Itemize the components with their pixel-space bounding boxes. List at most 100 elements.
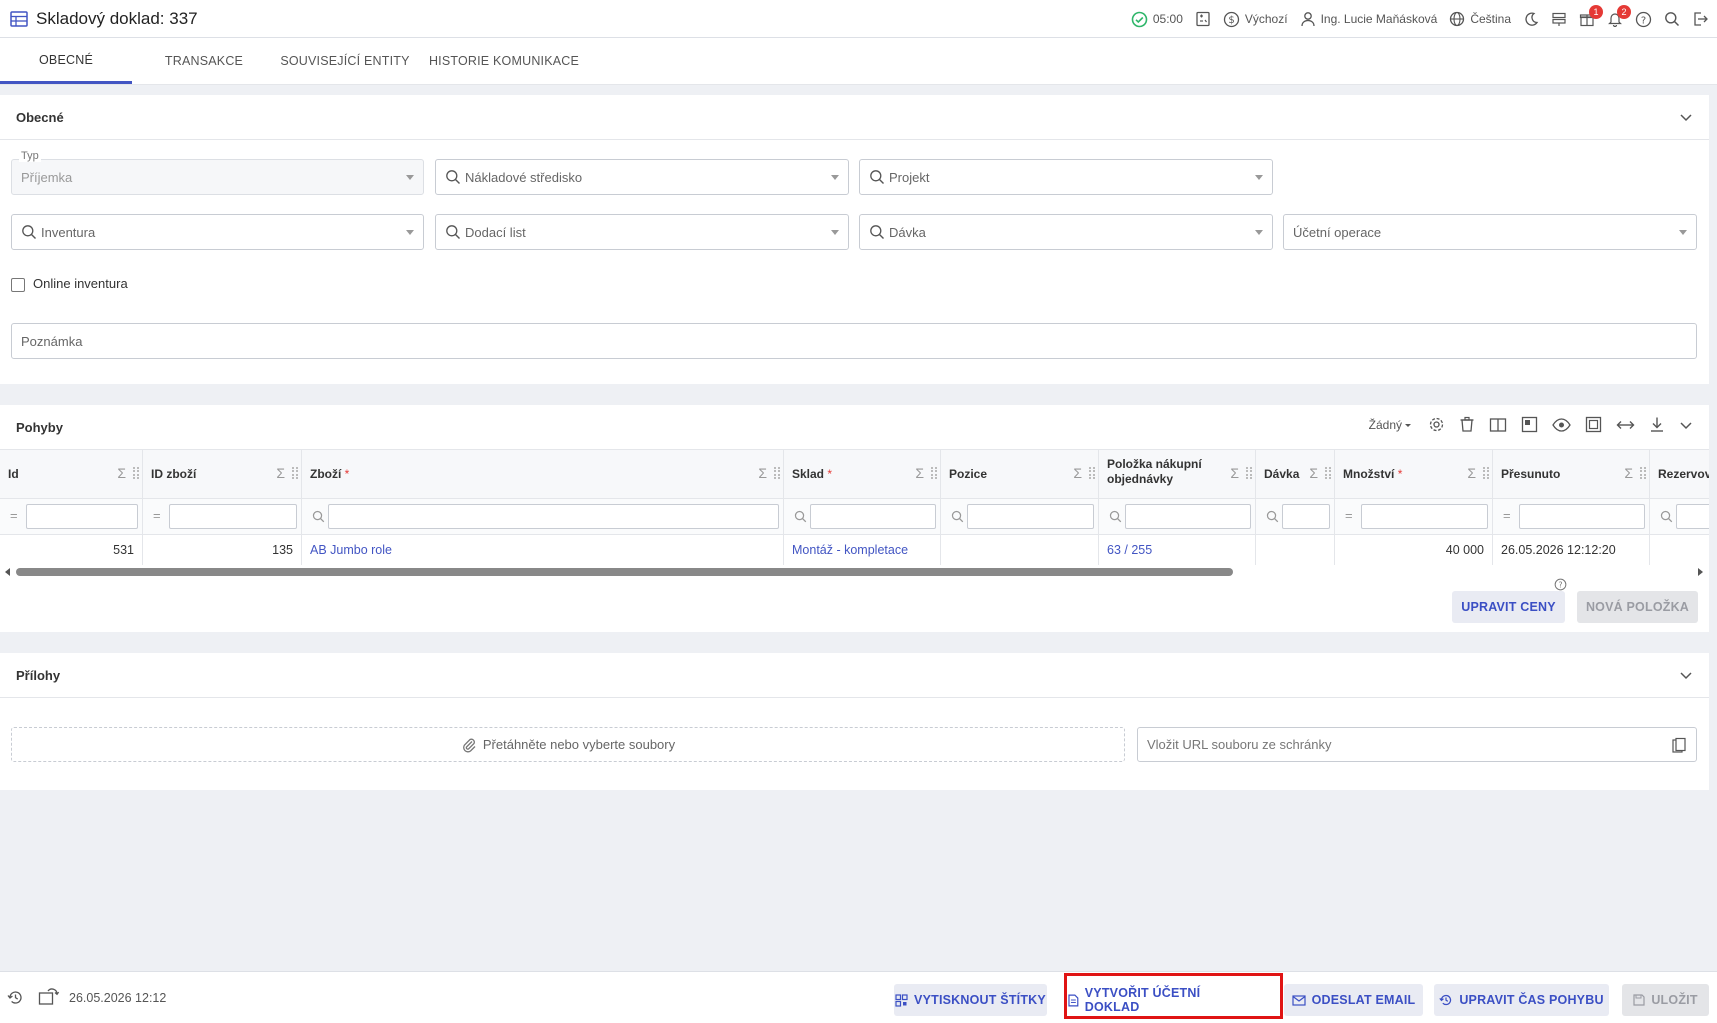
cell-warehouse-link[interactable]: Montáž - kompletace	[784, 535, 941, 565]
columns-button[interactable]	[1489, 417, 1507, 433]
signpost-button[interactable]	[1551, 11, 1567, 27]
column-header-goods-id[interactable]: ID zboží Σ	[143, 450, 302, 499]
cell-po-item-link[interactable]: 63 / 255	[1099, 535, 1256, 565]
drag-handle-icon[interactable]	[1246, 467, 1252, 479]
cost-center-select[interactable]: Nákladové středisko	[435, 159, 849, 195]
gift-button[interactable]: 1	[1579, 5, 1603, 27]
file-dropzone[interactable]: Přetáhněte nebo vyberte soubory	[11, 727, 1125, 762]
attachments-panel-header[interactable]: Přílohy	[0, 653, 1709, 698]
scrollbar-thumb[interactable]	[16, 568, 1233, 576]
drag-handle-icon[interactable]	[1483, 467, 1489, 479]
scroll-left-icon[interactable]	[4, 568, 12, 576]
mail-icon	[1292, 994, 1306, 1006]
delete-button[interactable]	[1459, 416, 1475, 433]
batch-select[interactable]: Dávka	[859, 214, 1273, 250]
search-icon[interactable]	[951, 510, 964, 523]
column-header-po-item[interactable]: Položka nákupní objednávky Σ	[1099, 450, 1256, 499]
collapse-button[interactable]	[1679, 418, 1693, 432]
filter-input-id[interactable]	[26, 504, 138, 529]
column-header-id[interactable]: Id Σ	[0, 450, 143, 499]
notifications-button[interactable]: 2	[1607, 5, 1631, 27]
visibility-button[interactable]	[1552, 417, 1571, 432]
project-select[interactable]: Projekt	[859, 159, 1273, 195]
edit-prices-button[interactable]: UPRAVIT CENY	[1452, 591, 1565, 623]
delivery-note-select[interactable]: Dodací list	[435, 214, 849, 250]
tab-general[interactable]: OBECNÉ	[0, 38, 132, 84]
horizontal-scrollbar[interactable]	[0, 565, 1709, 579]
tab-communication-history[interactable]: HISTORIE KOMUNIKACE	[414, 38, 594, 84]
svg-text:$: $	[1228, 15, 1234, 26]
inventory-select[interactable]: Inventura	[11, 214, 424, 250]
scroll-right-icon[interactable]	[1696, 568, 1704, 576]
search-icon[interactable]	[1266, 510, 1279, 523]
filter-input-warehouse[interactable]	[810, 504, 936, 529]
export-button[interactable]	[1649, 416, 1665, 433]
paperclip-icon	[462, 738, 476, 752]
history-icon[interactable]	[7, 989, 24, 1006]
mode-selector[interactable]: $ Výchozí	[1223, 11, 1288, 28]
note-input[interactable]: Poznámka	[11, 323, 1697, 359]
filter-input-position[interactable]	[967, 504, 1094, 529]
column-header-quantity[interactable]: Množství * Σ	[1335, 450, 1493, 499]
file-url-input[interactable]: Vložit URL souboru ze schránky	[1137, 727, 1697, 762]
layout-button[interactable]	[1521, 416, 1538, 433]
search-icon[interactable]	[312, 510, 325, 523]
search-button[interactable]	[1664, 11, 1680, 27]
dark-mode-toggle[interactable]	[1523, 11, 1539, 27]
equals-icon[interactable]: =	[1503, 508, 1511, 523]
settings-button[interactable]	[1428, 416, 1445, 433]
search-icon[interactable]	[1660, 510, 1673, 523]
paste-icon[interactable]	[1671, 737, 1687, 754]
filter-input-goods-id[interactable]	[169, 504, 297, 529]
equals-icon[interactable]: =	[1345, 508, 1353, 523]
equals-icon[interactable]: =	[10, 508, 18, 523]
move-history-icon[interactable]	[38, 988, 60, 1006]
tab-related-entities[interactable]: SOUVISEJÍCÍ ENTITY	[276, 38, 414, 84]
filter-input-quantity[interactable]	[1361, 504, 1488, 529]
calculator-button[interactable]	[1195, 11, 1211, 27]
search-icon[interactable]	[1109, 510, 1122, 523]
column-header-goods[interactable]: Zboží * Σ	[302, 450, 784, 499]
online-inventory-checkbox[interactable]	[11, 278, 25, 292]
save-button[interactable]: ULOŽIT	[1622, 984, 1709, 1016]
help-icon[interactable]: ?	[1554, 578, 1567, 591]
column-header-batch[interactable]: Dávka Σ	[1256, 450, 1335, 499]
search-icon[interactable]	[794, 510, 807, 523]
column-header-reserved[interactable]: Rezervov	[1650, 450, 1709, 499]
filter-input-moved[interactable]	[1519, 504, 1645, 529]
filter-input-po-item[interactable]	[1125, 504, 1251, 529]
chevron-down-icon[interactable]	[1679, 668, 1693, 682]
fullscreen-button[interactable]	[1585, 416, 1602, 433]
print-labels-button[interactable]: VYTISKNOUT ŠTÍTKY	[894, 984, 1047, 1016]
type-select[interactable]: Příjemka	[11, 159, 424, 195]
user-menu[interactable]: Ing. Lucie Maňásková	[1300, 11, 1437, 27]
drag-handle-icon[interactable]	[1325, 467, 1331, 479]
language-selector[interactable]: Čeština	[1449, 11, 1511, 27]
drag-handle-icon[interactable]	[1640, 467, 1646, 479]
column-header-moved[interactable]: Přesunuto Σ	[1493, 450, 1650, 499]
session-timer[interactable]: 05:00	[1131, 11, 1183, 28]
accounting-operation-select[interactable]: Účetní operace	[1283, 214, 1697, 250]
logout-button[interactable]	[1692, 11, 1709, 27]
edit-move-time-button[interactable]: UPRAVIT ČAS POHYBU	[1434, 984, 1609, 1016]
drag-handle-icon[interactable]	[133, 467, 139, 479]
filter-input-reserved[interactable]	[1676, 504, 1709, 529]
general-panel-header[interactable]: Obecné	[0, 95, 1709, 140]
drag-handle-icon[interactable]	[931, 467, 937, 479]
drag-handle-icon[interactable]	[1089, 467, 1095, 479]
help-button[interactable]: ?	[1635, 11, 1652, 28]
send-email-button[interactable]: ODESLAT EMAIL	[1284, 984, 1423, 1016]
fit-width-button[interactable]	[1616, 419, 1635, 431]
filter-input-batch[interactable]	[1282, 504, 1330, 529]
cell-goods-link[interactable]: AB Jumbo role	[302, 535, 784, 565]
view-select[interactable]: Žádný	[1369, 418, 1414, 432]
new-item-button[interactable]: NOVÁ POLOŽKA	[1577, 591, 1698, 623]
column-header-position[interactable]: Pozice Σ	[941, 450, 1099, 499]
drag-handle-icon[interactable]	[774, 467, 780, 479]
equals-icon[interactable]: =	[153, 508, 161, 523]
chevron-down-icon[interactable]	[1679, 110, 1693, 124]
drag-handle-icon[interactable]	[292, 467, 298, 479]
column-header-warehouse[interactable]: Sklad * Σ	[784, 450, 941, 499]
filter-input-goods[interactable]	[328, 504, 779, 529]
tab-transactions[interactable]: TRANSAKCE	[132, 38, 276, 84]
